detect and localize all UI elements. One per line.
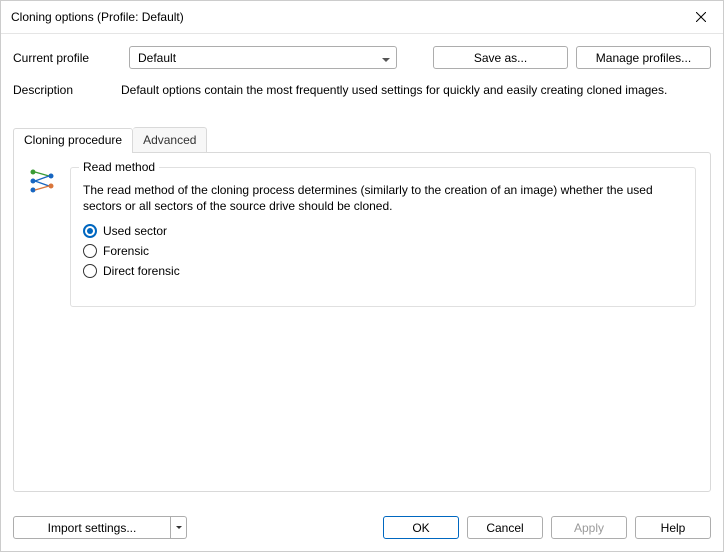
titlebar: Cloning options (Profile: Default) — [1, 1, 723, 34]
close-icon — [696, 12, 706, 22]
radio-used-sector-label: Used sector — [103, 224, 167, 238]
save-as-label: Save as... — [474, 51, 527, 65]
cancel-button[interactable]: Cancel — [467, 516, 543, 539]
read-method-help: The read method of the cloning process d… — [83, 182, 683, 214]
tab-strip: Cloning procedure Advanced — [13, 127, 711, 152]
save-as-button[interactable]: Save as... — [433, 46, 568, 69]
radio-icon — [83, 224, 97, 238]
apply-button: Apply — [551, 516, 627, 539]
import-settings-group: Import settings... — [13, 516, 187, 539]
read-method-radios: Used sector Forensic Direct forensic — [83, 224, 683, 278]
procedure-icon — [28, 167, 58, 477]
profile-select-value: Default — [138, 51, 176, 65]
current-profile-label: Current profile — [13, 51, 121, 65]
footer: Import settings... OK Cancel Apply Help — [1, 504, 723, 551]
dialog-body: Current profile Default Save as... Manag… — [1, 34, 723, 504]
window-title: Cloning options (Profile: Default) — [11, 10, 679, 24]
close-button[interactable] — [679, 1, 723, 33]
radio-forensic-label: Forensic — [103, 244, 149, 258]
manage-profiles-button[interactable]: Manage profiles... — [576, 46, 711, 69]
tabs-area: Cloning procedure Advanced — [13, 127, 711, 492]
description-row: Description Default options contain the … — [13, 83, 711, 99]
profile-select[interactable]: Default — [129, 46, 397, 69]
radio-icon — [83, 244, 97, 258]
help-button[interactable]: Help — [635, 516, 711, 539]
import-settings-label: Import settings... — [48, 521, 137, 535]
apply-label: Apply — [574, 521, 604, 535]
ok-label: OK — [412, 521, 429, 535]
tab-cloning-label: Cloning procedure — [24, 133, 122, 147]
tab-pane: Read method The read method of the cloni… — [13, 152, 711, 492]
clone-icon — [28, 167, 56, 195]
chevron-down-icon — [382, 51, 390, 65]
caret-down-icon — [176, 526, 182, 529]
tab-advanced-label: Advanced — [143, 133, 196, 147]
tab-cloning-procedure[interactable]: Cloning procedure — [13, 128, 133, 153]
profile-row: Current profile Default Save as... Manag… — [13, 46, 711, 69]
import-settings-dropdown[interactable] — [171, 516, 187, 539]
read-method-fieldset: Read method The read method of the cloni… — [70, 167, 696, 307]
tab-advanced[interactable]: Advanced — [133, 127, 207, 152]
cancel-label: Cancel — [486, 521, 523, 535]
read-method-legend: Read method — [79, 160, 159, 174]
ok-button[interactable]: OK — [383, 516, 459, 539]
description-text: Default options contain the most frequen… — [121, 83, 667, 99]
import-settings-button[interactable]: Import settings... — [13, 516, 171, 539]
help-label: Help — [661, 521, 686, 535]
radio-direct-forensic-label: Direct forensic — [103, 264, 180, 278]
radio-used-sector[interactable]: Used sector — [83, 224, 683, 238]
description-label: Description — [13, 83, 121, 99]
manage-profiles-label: Manage profiles... — [596, 51, 691, 65]
radio-forensic[interactable]: Forensic — [83, 244, 683, 258]
dialog-window: Cloning options (Profile: Default) Curre… — [0, 0, 724, 552]
radio-direct-forensic[interactable]: Direct forensic — [83, 264, 683, 278]
radio-icon — [83, 264, 97, 278]
